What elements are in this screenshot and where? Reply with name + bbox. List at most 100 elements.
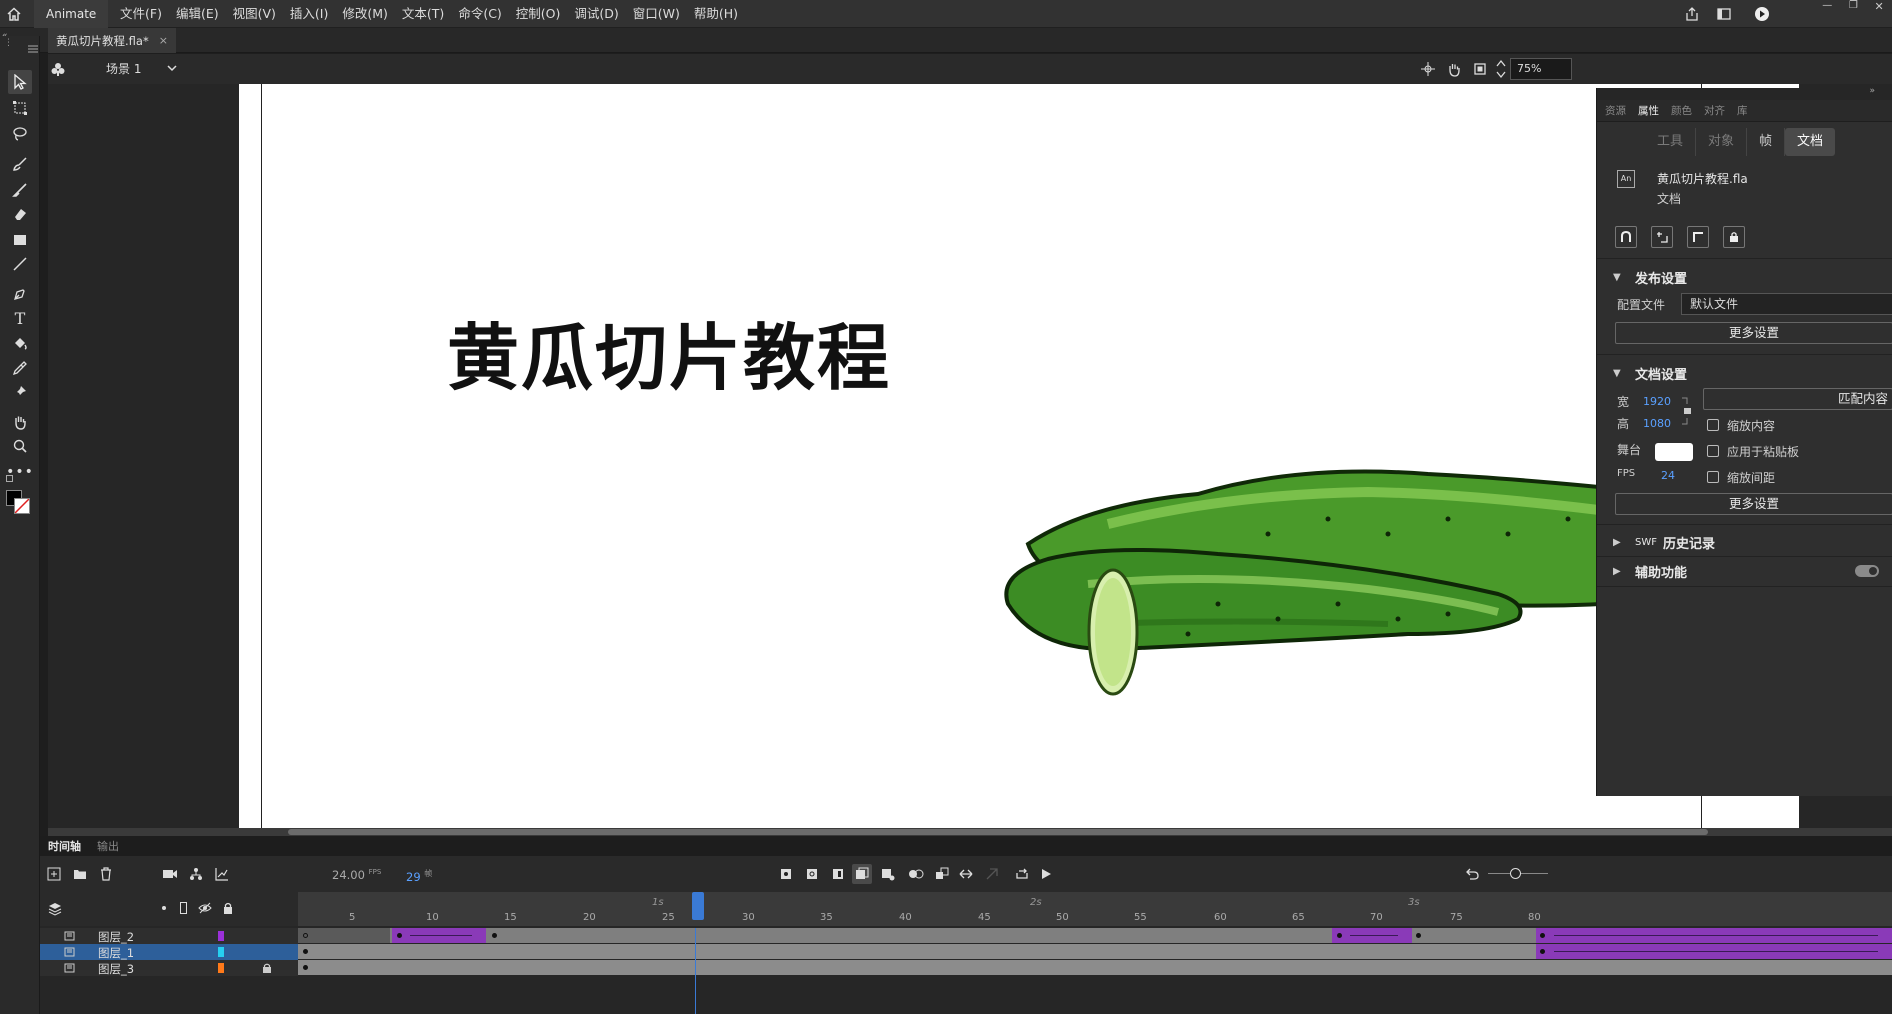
- tab-properties[interactable]: 属性: [1638, 103, 1659, 118]
- frames-row[interactable]: [298, 944, 1892, 959]
- share-icon[interactable]: [1680, 2, 1704, 26]
- camera-icon[interactable]: [160, 864, 180, 884]
- frames-row[interactable]: [298, 960, 1892, 975]
- profile-select[interactable]: 默认文件: [1681, 293, 1892, 315]
- pen-tool-icon[interactable]: [8, 282, 32, 306]
- menu-window[interactable]: 窗口(W): [626, 0, 687, 28]
- accessibility-toggle[interactable]: [1855, 565, 1879, 577]
- hand-tool-icon[interactable]: [8, 410, 32, 434]
- show-outline-icon[interactable]: [180, 902, 187, 914]
- menu-edit[interactable]: 编辑(E): [169, 0, 226, 28]
- swf-history-header[interactable]: ▶ SWF 历史记录: [1613, 533, 1715, 552]
- tab-library[interactable]: 库: [1737, 103, 1748, 118]
- text-tool-icon[interactable]: T: [8, 306, 32, 330]
- match-contents-button[interactable]: 匹配内容: [1703, 388, 1892, 410]
- line-tool-icon[interactable]: [8, 252, 32, 276]
- accessibility-header[interactable]: ▶ 辅助功能: [1613, 562, 1687, 581]
- layer-row[interactable]: 图层_2: [40, 928, 298, 944]
- tab-align[interactable]: 对齐: [1704, 103, 1725, 118]
- tab-output[interactable]: 输出: [89, 838, 127, 854]
- layer-name[interactable]: 图层_3: [98, 961, 134, 977]
- restore-icon[interactable]: ❐: [1849, 0, 1858, 14]
- fps-value[interactable]: 24: [1661, 469, 1675, 482]
- layer-parenting-icon[interactable]: [186, 864, 206, 884]
- zoom-tool-icon[interactable]: [8, 434, 32, 458]
- layer-locked-icon[interactable]: [262, 962, 272, 978]
- file-tab[interactable]: 黄瓜切片教程.fla* ×: [48, 28, 176, 53]
- shape-tween-icon[interactable]: [956, 864, 976, 884]
- segment-frame[interactable]: 帧: [1747, 128, 1786, 156]
- window-close-icon[interactable]: ✕: [1874, 0, 1883, 14]
- frame-ruler[interactable]: 5 10 15 20 25 30 35 40 45 50 55 60 65 70…: [298, 892, 1892, 926]
- magnet-icon[interactable]: [1615, 226, 1637, 248]
- keyframe[interactable]: [303, 949, 308, 954]
- fps-readout[interactable]: 24.00 FPS: [332, 868, 381, 882]
- edit-symbol-icon[interactable]: [1651, 226, 1673, 248]
- keyframe[interactable]: [492, 933, 497, 938]
- menu-control[interactable]: 控制(O): [509, 0, 568, 28]
- toolbar-menu-icon[interactable]: [28, 42, 38, 57]
- document-more-settings-button[interactable]: 更多设置: [1615, 493, 1892, 515]
- paint-brush-tool-icon[interactable]: [8, 152, 32, 176]
- brush-tool-icon[interactable]: [8, 178, 32, 202]
- corner-icon[interactable]: [1687, 226, 1709, 248]
- stage-color-swatch[interactable]: [1655, 443, 1693, 461]
- onion-skin-icon[interactable]: [852, 864, 872, 884]
- menu-text[interactable]: 文本(T): [395, 0, 451, 28]
- layer-row-selected[interactable]: 图层_1: [40, 944, 298, 960]
- stage-title-text[interactable]: 黄瓜切片教程: [447, 299, 891, 404]
- menu-commands[interactable]: 命令(C): [451, 0, 508, 28]
- tab-timeline[interactable]: 时间轴: [40, 838, 89, 854]
- highlight-layers-icon[interactable]: [162, 906, 166, 910]
- workspace-icon[interactable]: [1712, 2, 1736, 26]
- new-folder-icon[interactable]: [70, 864, 90, 884]
- width-value[interactable]: 1920: [1643, 395, 1671, 408]
- test-movie-icon[interactable]: [1750, 2, 1774, 26]
- play-icon[interactable]: [1036, 864, 1056, 884]
- stage-horizontal-scrollbar[interactable]: [48, 828, 1892, 836]
- menu-debug[interactable]: 调试(D): [567, 0, 625, 28]
- clip-stage-icon[interactable]: [1472, 61, 1488, 81]
- segment-object[interactable]: 对象: [1696, 128, 1748, 156]
- height-value[interactable]: 1080: [1643, 417, 1671, 430]
- keyframe[interactable]: [303, 965, 308, 970]
- hide-layers-icon[interactable]: [198, 901, 212, 919]
- layer-name[interactable]: 图层_1: [98, 945, 134, 961]
- playhead-handle[interactable]: [692, 892, 704, 920]
- selection-tool-icon[interactable]: [8, 70, 32, 94]
- keyframe[interactable]: [1337, 933, 1342, 938]
- keyframe[interactable]: [1540, 949, 1545, 954]
- home-icon[interactable]: [0, 0, 28, 28]
- keyframe[interactable]: [1416, 933, 1421, 938]
- app-name-tab[interactable]: Animate: [34, 0, 109, 28]
- motion-tween-span[interactable]: [392, 928, 486, 943]
- scene-icon[interactable]: [50, 61, 66, 81]
- zoom-stepper-icon[interactable]: [1496, 58, 1506, 84]
- new-layer-icon[interactable]: [44, 864, 64, 884]
- cucumber-image[interactable]: [968, 424, 1668, 714]
- document-settings-header[interactable]: ▼ 文档设置: [1613, 364, 1687, 383]
- eyedropper-tool-icon[interactable]: [8, 356, 32, 380]
- keyframe[interactable]: [1540, 933, 1545, 938]
- create-tween-icon[interactable]: [906, 864, 926, 884]
- layers-icon[interactable]: [48, 902, 62, 920]
- lasso-tool-icon[interactable]: [8, 122, 32, 146]
- insert-frame-icon[interactable]: [828, 864, 848, 884]
- frames-row[interactable]: [298, 928, 1892, 943]
- close-tab-icon[interactable]: ×: [159, 34, 168, 47]
- menu-help[interactable]: 帮助(H): [687, 0, 745, 28]
- scale-content-checkbox[interactable]: [1707, 419, 1719, 431]
- classic-tween-icon[interactable]: [932, 864, 952, 884]
- rectangle-tool-icon[interactable]: [8, 228, 32, 252]
- motion-tween-span[interactable]: [1536, 928, 1892, 943]
- menu-view[interactable]: 视图(V): [226, 0, 283, 28]
- pin-tool-icon[interactable]: [8, 380, 32, 404]
- timeline-zoom-handle[interactable]: [1510, 868, 1521, 879]
- link-dimensions-icon[interactable]: [1681, 396, 1693, 430]
- menu-insert[interactable]: 插入(I): [283, 0, 335, 28]
- layer-color-swatch[interactable]: [218, 947, 224, 957]
- menu-file[interactable]: 文件(F): [113, 0, 169, 28]
- current-frame-readout[interactable]: 29 帧: [406, 868, 432, 884]
- layer-color-swatch[interactable]: [218, 963, 224, 973]
- edit-multiple-frames-icon[interactable]: [878, 864, 898, 884]
